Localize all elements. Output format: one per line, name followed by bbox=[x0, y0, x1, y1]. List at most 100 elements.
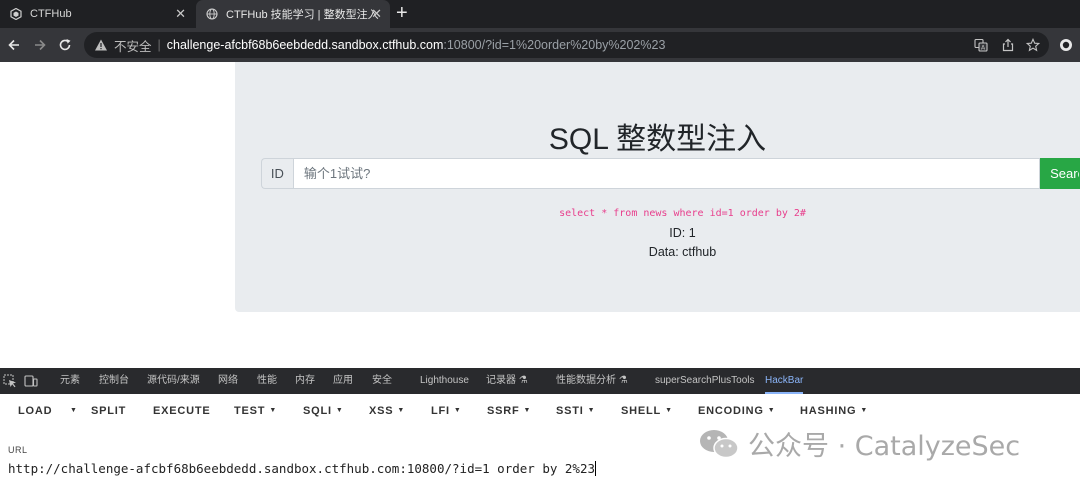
search-form: ID Search bbox=[261, 158, 1080, 189]
arrow-left-icon bbox=[8, 39, 19, 51]
url-host: challenge-afcbf68b6eebdedd.sandbox.ctfhu… bbox=[166, 38, 444, 52]
devtools-tab-supersearchplustools[interactable]: superSearchPlusTools bbox=[655, 368, 755, 394]
close-icon[interactable]: ✕ bbox=[175, 7, 186, 20]
button-label: SHELL bbox=[621, 405, 662, 417]
hackbar-panel: LOAD ▼ SPLIT EXECUTE TEST ▼ SQLI ▼ XSS ▼ LF… bbox=[0, 394, 1080, 486]
split-button[interactable]: SPLIT bbox=[91, 405, 126, 417]
caret-down-icon: ▼ bbox=[665, 407, 673, 414]
caret-down-icon: ▼ bbox=[860, 407, 869, 414]
browser-tab-bar: CTFHub ✕ CTFHub 技能学习 | 整数型注入 ✕ + bbox=[0, 0, 1080, 28]
caret-down-icon: ▼ bbox=[523, 407, 532, 414]
address-separator: | bbox=[157, 38, 161, 52]
devtools-tab-console[interactable]: 控制台 bbox=[99, 368, 129, 394]
devtools-tab-hackbar[interactable]: HackBar bbox=[765, 368, 804, 394]
tab-title: CTFHub 技能学习 | 整数型注入 bbox=[226, 9, 379, 21]
sql-query: select * from news where id=1 order by 2… bbox=[559, 208, 806, 219]
devtools-tab-network[interactable]: 网络 bbox=[218, 368, 238, 394]
caret-down-icon: ▼ bbox=[767, 407, 776, 414]
tab-ctfhub[interactable]: CTFHub ✕ bbox=[0, 0, 194, 28]
share-button[interactable] bbox=[1000, 37, 1016, 53]
back-button[interactable] bbox=[4, 35, 24, 55]
watermark-text: 公众号 · CatalyzeSec bbox=[748, 431, 1021, 462]
devtools-tab-performance-insights[interactable]: 性能数据分析 ⚗ bbox=[556, 368, 628, 394]
devtools-tab-performance[interactable]: 性能 bbox=[257, 368, 277, 394]
encoding-menu-button[interactable]: ENCODING ▼ bbox=[698, 405, 775, 417]
bookmark-button[interactable] bbox=[1025, 37, 1041, 53]
button-label: ENCODING bbox=[698, 405, 764, 417]
caret-down-icon: ▼ bbox=[397, 407, 406, 414]
new-tab-button[interactable]: + bbox=[396, 3, 408, 23]
caret-down-icon: ▼ bbox=[587, 407, 596, 414]
challenge-panel: SQL 整数型注入 ID Search select * from news w… bbox=[235, 62, 1080, 312]
load-dropdown-button[interactable]: ▼ bbox=[66, 405, 78, 417]
result-data: Data: ctfhub bbox=[648, 245, 717, 259]
web-page: SQL 整数型注入 ID Search select * from news w… bbox=[0, 62, 1080, 368]
profile-avatar-icon bbox=[1060, 39, 1072, 51]
lfi-menu-button[interactable]: LFI ▼ bbox=[431, 405, 462, 417]
button-label: SSRF bbox=[487, 405, 520, 417]
caret-down-icon: ▼ bbox=[70, 407, 78, 414]
xss-menu-button[interactable]: XSS ▼ bbox=[369, 405, 405, 417]
devtools-tab-security[interactable]: 安全 bbox=[372, 368, 392, 394]
devtools-tab-lighthouse[interactable]: Lighthouse bbox=[420, 368, 469, 394]
devtools-tab-elements[interactable]: 元素 bbox=[60, 368, 80, 394]
url-textarea[interactable]: http://challenge-afcbf68b6eebdedd.sandbo… bbox=[8, 461, 596, 476]
url-value: http://challenge-afcbf68b6eebdedd.sandbo… bbox=[8, 461, 595, 476]
reload-icon bbox=[59, 39, 71, 51]
url-path: :10800/?id=1%20order%20by%202%23 bbox=[443, 38, 666, 52]
star-icon bbox=[1026, 38, 1040, 52]
reload-button[interactable] bbox=[55, 35, 75, 55]
button-label: LFI bbox=[431, 405, 450, 417]
ssti-menu-button[interactable]: SSTI ▼ bbox=[556, 405, 595, 417]
button-label: XSS bbox=[369, 405, 394, 417]
caret-down-icon: ▼ bbox=[335, 407, 344, 414]
devtools-tab-memory[interactable]: 内存 bbox=[295, 368, 315, 394]
caret-down-icon: ▼ bbox=[453, 407, 462, 414]
hashing-menu-button[interactable]: HASHING ▼ bbox=[800, 405, 868, 417]
result-id: ID: 1 bbox=[669, 226, 696, 240]
search-button[interactable]: Search bbox=[1040, 158, 1080, 189]
test-menu-button[interactable]: TEST ▼ bbox=[234, 405, 277, 417]
hackbar-toolbar: LOAD ▼ SPLIT EXECUTE TEST ▼ SQLI ▼ XSS ▼ LF… bbox=[0, 394, 1080, 428]
tab-title: CTFHub bbox=[30, 8, 72, 20]
button-label: SSTI bbox=[556, 405, 584, 417]
execute-button[interactable]: EXECUTE bbox=[153, 405, 211, 417]
load-button[interactable]: LOAD bbox=[18, 405, 52, 417]
shell-menu-button[interactable]: SHELL ▼ bbox=[621, 405, 673, 417]
ssrf-menu-button[interactable]: SSRF ▼ bbox=[487, 405, 531, 417]
devtools-tab-recorder[interactable]: 记录器 ⚗ bbox=[486, 368, 528, 394]
devtools-tab-application[interactable]: 应用 bbox=[333, 368, 353, 394]
arrow-right-icon bbox=[35, 39, 46, 51]
id-label: ID bbox=[261, 158, 293, 189]
close-icon[interactable]: ✕ bbox=[371, 7, 382, 20]
button-label: EXECUTE bbox=[153, 405, 211, 417]
security-label: 不安全 bbox=[114, 39, 152, 54]
id-input[interactable] bbox=[292, 158, 1041, 189]
caret-down-icon: ▼ bbox=[269, 407, 278, 414]
page-title: SQL 整数型注入 bbox=[548, 123, 767, 156]
button-label: LOAD bbox=[18, 405, 53, 417]
ctfhub-favicon-icon bbox=[10, 8, 22, 20]
button-label: SQLI bbox=[303, 405, 332, 417]
translate-icon: A bbox=[974, 38, 988, 52]
button-label: SPLIT bbox=[91, 405, 127, 417]
devtools-tab-bar: 元素 控制台 源代码/来源 网络 性能 内存 应用 安全 Lighthouse … bbox=[0, 368, 1080, 394]
sqli-menu-button[interactable]: SQLI ▼ bbox=[303, 405, 344, 417]
address-bar[interactable]: 不安全 | challenge-afcbf68b6eebdedd.sandbox… bbox=[84, 32, 1049, 58]
profile-button[interactable] bbox=[1058, 37, 1074, 53]
tab-ctfhub-skill[interactable]: CTFHub 技能学习 | 整数型注入 ✕ bbox=[196, 0, 390, 28]
devtools-tab-sources[interactable]: 源代码/来源 bbox=[147, 368, 200, 394]
url-label: URL bbox=[8, 445, 28, 455]
watermark: 公众号 · CatalyzeSec bbox=[698, 424, 1020, 463]
translate-button[interactable]: A bbox=[973, 37, 989, 53]
wechat-logo-icon bbox=[700, 429, 739, 458]
button-label: TEST bbox=[234, 405, 266, 417]
device-toolbar-icon[interactable] bbox=[24, 374, 38, 388]
button-label: HASHING bbox=[800, 405, 857, 417]
text-cursor bbox=[595, 461, 596, 476]
warning-icon bbox=[95, 39, 107, 51]
inspect-element-icon[interactable] bbox=[3, 374, 17, 388]
share-icon bbox=[1002, 38, 1014, 52]
forward-button[interactable] bbox=[30, 35, 50, 55]
browser-toolbar: 不安全 | challenge-afcbf68b6eebdedd.sandbox… bbox=[0, 28, 1080, 62]
